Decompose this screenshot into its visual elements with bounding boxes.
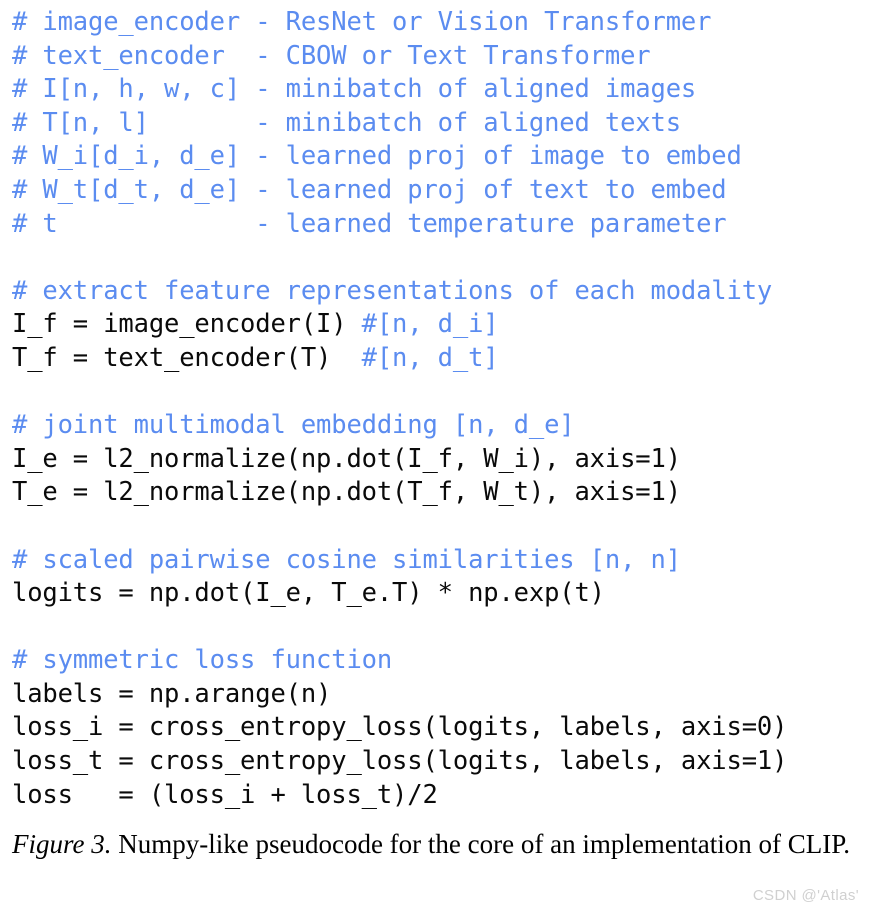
comment-token: # extract feature representations of eac…: [12, 275, 773, 306]
code-line: T_e = l2_normalize(np.dot(T_f, W_t), axi…: [12, 476, 871, 510]
comment-token: # t - learned temperature parameter: [12, 208, 727, 239]
comment-token: #[n, d_t]: [361, 342, 499, 373]
comment-token: # W_t[d_t, d_e] - learned proj of text t…: [12, 174, 727, 205]
code-token: logits = np.dot(I_e, T_e.T) * np.exp(t): [12, 578, 605, 609]
comment-token: # text_encoder - CBOW or Text Transforme…: [12, 40, 651, 71]
code-line: # W_t[d_t, d_e] - learned proj of text t…: [12, 174, 871, 208]
code-line: # I[n, h, w, c] - minibatch of aligned i…: [12, 73, 871, 107]
code-token: loss_i = cross_entropy_loss(logits, labe…: [12, 712, 788, 743]
code-token: I_f = image_encoder(I): [12, 309, 362, 340]
code-line: # T[n, l] - minibatch of aligned texts: [12, 107, 871, 141]
code-line: T_f = text_encoder(T) #[n, d_t]: [12, 342, 871, 376]
code-line: loss_t = cross_entropy_loss(logits, labe…: [12, 745, 871, 779]
code-line: # image_encoder - ResNet or Vision Trans…: [12, 6, 871, 40]
comment-token: # I[n, h, w, c] - minibatch of aligned i…: [12, 74, 697, 105]
watermark-csdn: CSDN @'Atlas': [752, 887, 859, 904]
code-line: # W_i[d_i, d_e] - learned proj of image …: [12, 140, 871, 174]
figure-caption: Figure 3. Numpy-like pseudocode for the …: [12, 828, 860, 861]
code-token: T_f = text_encoder(T): [12, 342, 362, 373]
code-line: labels = np.arange(n): [12, 678, 871, 712]
code-line: loss = (loss_i + loss_t)/2: [12, 779, 871, 813]
figure-3-pseudocode: # image_encoder - ResNet or Vision Trans…: [0, 0, 871, 916]
figure-caption-text: Numpy-like pseudocode for the core of an…: [111, 829, 851, 859]
comment-token: # joint multimodal embedding [n, d_e]: [12, 410, 575, 441]
code-line: # text_encoder - CBOW or Text Transforme…: [12, 40, 871, 74]
code-token: labels = np.arange(n): [12, 678, 332, 709]
comment-token: # image_encoder - ResNet or Vision Trans…: [12, 7, 712, 37]
code-line: I_f = image_encoder(I) #[n, d_i]: [12, 308, 871, 342]
code-token: T_e = l2_normalize(np.dot(T_f, W_t), axi…: [12, 477, 681, 508]
comment-token: # T[n, l] - minibatch of aligned texts: [12, 107, 681, 138]
comment-token: # symmetric loss function: [12, 645, 393, 676]
code-token: loss_t = cross_entropy_loss(logits, labe…: [12, 746, 788, 777]
code-line: logits = np.dot(I_e, T_e.T) * np.exp(t): [12, 577, 871, 611]
code-line: loss_i = cross_entropy_loss(logits, labe…: [12, 711, 871, 745]
code-line: # extract feature representations of eac…: [12, 275, 871, 309]
code-token: I_e = l2_normalize(np.dot(I_f, W_i), axi…: [12, 443, 681, 474]
code-token: loss = (loss_i + loss_t)/2: [12, 779, 438, 810]
code-line: # t - learned temperature parameter: [12, 208, 871, 242]
pseudocode-listing: # image_encoder - ResNet or Vision Trans…: [12, 6, 871, 812]
comment-token: # W_i[d_i, d_e] - learned proj of image …: [12, 141, 742, 172]
code-line: # scaled pairwise cosine similarities [n…: [12, 544, 871, 578]
code-line: # joint multimodal embedding [n, d_e]: [12, 409, 871, 443]
comment-token: #[n, d_i]: [361, 309, 499, 340]
figure-caption-label: Figure 3.: [12, 829, 112, 859]
comment-token: # scaled pairwise cosine similarities [n…: [12, 544, 681, 575]
code-line: # symmetric loss function: [12, 644, 871, 678]
code-line: I_e = l2_normalize(np.dot(I_f, W_i), axi…: [12, 443, 871, 477]
